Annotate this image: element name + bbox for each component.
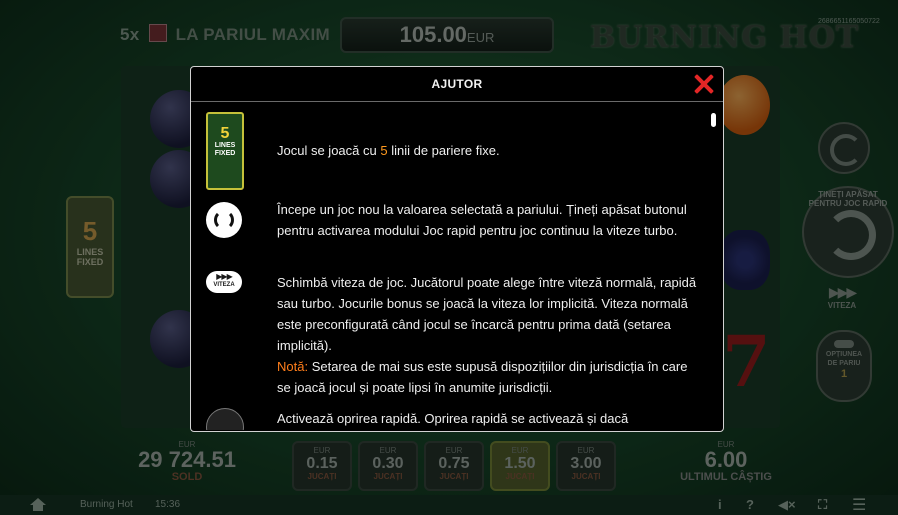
clock: 15:36 — [155, 499, 181, 510]
help-dialog-content[interactable]: 5 LINES FIXED Jocul se joacă cu 5 linii … — [191, 102, 723, 430]
help-row-speed: Schimbă viteza de joc. Jucătorul poate a… — [277, 272, 697, 398]
autoplay-help-icon — [206, 202, 242, 238]
lines-icon-label-1: LINES — [214, 142, 236, 149]
help-row-lines-post: linii de pariere fixe. — [387, 143, 500, 158]
speed-help-icon: ▶▶▶ VITEZA — [206, 271, 242, 293]
speed-help-icon-label: VITEZA — [213, 282, 235, 288]
game-name: Burning Hot — [80, 499, 133, 510]
lines-fixed-icon: 5 LINES FIXED — [206, 112, 244, 190]
help-icon[interactable]: ? — [746, 497, 754, 512]
help-row-speed-text: Schimbă viteza de joc. Jucătorul poate a… — [277, 275, 697, 353]
help-dialog-header: AJUTOR — [191, 67, 723, 102]
help-row-lines: Jocul se joacă cu 5 linii de pariere fix… — [277, 140, 697, 161]
help-row-quickstop: Activează oprirea rapidă. Oprirea rapidă… — [277, 411, 629, 426]
lines-icon-number: 5 — [220, 125, 230, 142]
quick-stop-help-icon — [206, 408, 244, 430]
help-dialog: AJUTOR 5 LINES FIXED Jocul se joacă cu 5… — [190, 66, 724, 432]
fullscreen-icon[interactable]: ⛶ — [818, 497, 827, 513]
mute-icon[interactable]: ◀× — [778, 497, 796, 513]
lines-icon-label-2: FIXED — [214, 150, 236, 157]
help-scrollbar-thumb[interactable] — [711, 113, 716, 127]
home-icon[interactable] — [30, 498, 46, 511]
help-row-lines-pre: Jocul se joacă cu — [277, 143, 381, 158]
help-row-autoplay: Începe un joc nou la valoarea selectată … — [277, 202, 687, 238]
help-row-speed-note-label: Notă: — [277, 359, 309, 374]
speed-help-arrows-icon: ▶▶▶ — [216, 272, 232, 281]
help-row-speed-note-text: Setarea de mai sus este supusă dispoziți… — [277, 359, 688, 395]
help-row-lines-number: 5 — [380, 143, 388, 158]
status-bar: Burning Hot 15:36 i ? ◀× ⛶ ☰ — [0, 495, 898, 515]
info-icon[interactable]: i — [718, 497, 722, 512]
menu-icon[interactable]: ☰ — [852, 495, 866, 515]
help-dialog-title: AJUTOR — [431, 77, 483, 91]
close-icon[interactable] — [694, 74, 714, 94]
